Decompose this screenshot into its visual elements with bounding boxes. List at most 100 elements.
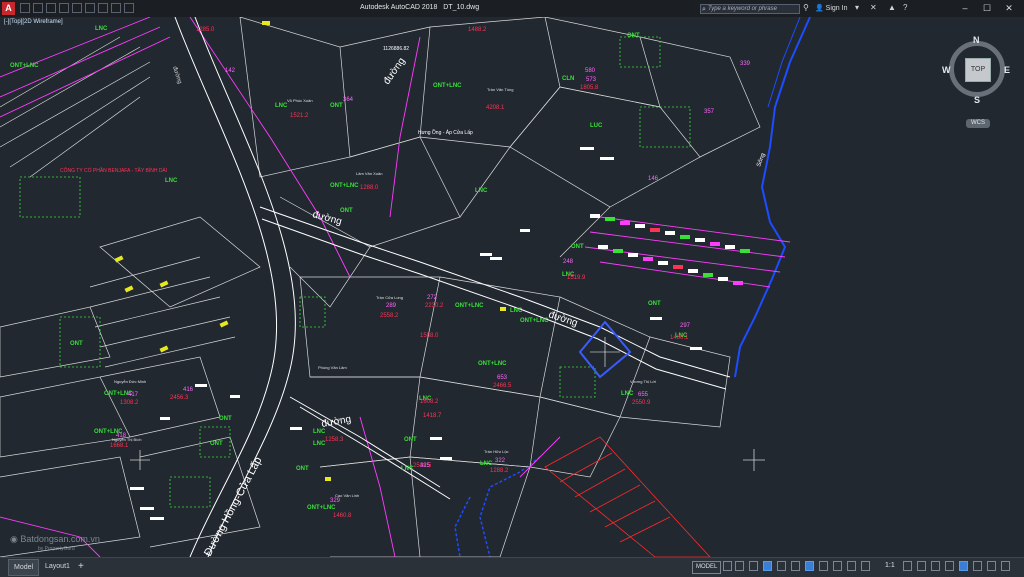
quick-access-dropdown-icon[interactable] [124, 3, 134, 13]
status-toggles: 1:1 [723, 561, 1019, 573]
drawing-canvas[interactable]: đường đường đường đường Đường Hồng-Cửa L… [0, 17, 1024, 557]
svg-text:417: 417 [128, 392, 139, 398]
selection-cycling-icon[interactable] [847, 561, 856, 571]
osnap-tracking-icon[interactable] [791, 561, 800, 571]
svg-text:LNC: LNC [313, 429, 326, 435]
dropdown-arrow-icon[interactable]: ▾ [855, 3, 859, 12]
annotation-autoscale-icon[interactable] [903, 561, 912, 571]
svg-text:LNC: LNC [275, 103, 288, 109]
svg-text:1418.7: 1418.7 [423, 413, 442, 419]
sign-in-button[interactable]: 👤 Sign In [815, 4, 847, 12]
watermark-subtext: by PropertyGuru [38, 546, 75, 552]
model-space-button[interactable]: MODEL [692, 561, 722, 574]
new-file-icon[interactable] [20, 3, 30, 13]
svg-text:Nguyễn Đức Minh: Nguyễn Đức Minh [114, 379, 146, 384]
viewport-controls[interactable]: [-][Top][2D Wireframe] [4, 19, 63, 25]
svg-text:1308.2: 1308.2 [120, 400, 139, 406]
viewcube-top-face[interactable]: TOP [965, 58, 991, 82]
svg-text:ONT: ONT [219, 416, 232, 422]
gear-icon[interactable] [917, 561, 926, 571]
transparency-icon[interactable] [833, 561, 842, 571]
search-input[interactable]: ⌕ Type a keyword or phrase [700, 4, 800, 14]
svg-text:Vương Thị Lời: Vương Thị Lời [630, 379, 656, 384]
svg-text:339: 339 [740, 61, 751, 67]
saveas-icon[interactable] [59, 3, 69, 13]
road-name: Đường Hồng-Cửa Lấp [202, 455, 265, 557]
parcel-boundaries [0, 17, 761, 557]
svg-text:329: 329 [330, 498, 341, 504]
coordinate-label: 1126886.82 [383, 46, 409, 52]
svg-text:LNC: LNC [621, 391, 634, 397]
svg-text:4208.1: 4208.1 [486, 105, 505, 111]
svg-text:ONT+LNC: ONT+LNC [455, 303, 484, 309]
sign-in-label: Sign In [825, 5, 848, 12]
ortho-icon[interactable] [749, 561, 758, 571]
viewcube[interactable]: TOP N S E W [942, 35, 1011, 107]
isolate-objects-icon[interactable] [987, 561, 996, 571]
isodraft-icon[interactable] [777, 561, 786, 571]
redo-icon[interactable] [98, 3, 108, 13]
svg-text:325: 325 [420, 463, 431, 469]
compass-east[interactable]: E [1004, 65, 1010, 75]
svg-text:ONT+LNC: ONT+LNC [433, 83, 462, 89]
add-layout-icon[interactable]: + [78, 559, 84, 574]
svg-text:ONT: ONT [330, 103, 343, 109]
svg-text:LNC: LNC [480, 461, 493, 467]
customize-icon[interactable] [1001, 561, 1010, 571]
tab-model[interactable]: Model [8, 559, 40, 576]
grid-icon[interactable] [723, 561, 732, 571]
svg-text:1519.9: 1519.9 [567, 275, 586, 281]
close-button[interactable]: ✕ [999, 2, 1019, 14]
compass-south[interactable]: S [974, 95, 980, 105]
wcs-menu[interactable]: WCS [966, 119, 990, 128]
polar-icon[interactable] [763, 561, 772, 571]
window-title: Autodesk AutoCAD 2018 DT_10.dwg [360, 4, 479, 11]
compass-north[interactable]: N [973, 35, 980, 45]
share-icon[interactable] [111, 3, 121, 13]
annotation-scale[interactable]: 1:1 [885, 562, 895, 569]
open-file-icon[interactable] [33, 3, 43, 13]
svg-text:Nguyễn Thị Bích: Nguyễn Thị Bích [112, 437, 142, 442]
annotation-visibility-icon[interactable] [861, 561, 870, 571]
svg-text:1258.3: 1258.3 [325, 437, 344, 443]
a360-icon[interactable]: ▲ [888, 3, 896, 12]
autocad-logo-button[interactable]: A [2, 2, 15, 15]
svg-text:ONT+LNC: ONT+LNC [330, 183, 359, 189]
help-icon[interactable]: ? [903, 3, 907, 12]
svg-text:655: 655 [638, 392, 649, 398]
svg-text:1608.2: 1608.2 [420, 399, 439, 405]
svg-text:Trần Văn Tùng: Trần Văn Tùng [487, 87, 513, 92]
undo-icon[interactable] [85, 3, 95, 13]
plot-icon[interactable] [72, 3, 82, 13]
minimize-button[interactable]: – [955, 2, 975, 14]
svg-text:LNC: LNC [475, 188, 488, 194]
svg-text:ONT: ONT [296, 466, 309, 472]
binoculars-icon[interactable]: ⚲ [803, 3, 809, 12]
app-name: Autodesk AutoCAD 2018 [360, 4, 438, 11]
save-icon[interactable] [46, 3, 56, 13]
place-label: Hưng Ồng - Áp Cửa Lấp [418, 129, 473, 136]
lineweight-icon[interactable] [819, 561, 828, 571]
tab-layout1[interactable]: Layout1 [40, 559, 75, 574]
svg-text:142: 142 [225, 68, 236, 74]
exchange-apps-icon[interactable]: ✕ [870, 3, 877, 12]
plus-icon[interactable] [931, 561, 940, 571]
compass-west[interactable]: W [942, 65, 951, 75]
owner-names: Trần Cửa Long Phùng Văn Lâm Nguyễn Thị B… [112, 87, 656, 498]
svg-text:ONT: ONT [571, 244, 584, 250]
road-label: đường [381, 56, 407, 87]
svg-text:2456.3: 2456.3 [170, 395, 189, 401]
snap-icon[interactable] [735, 561, 744, 571]
workspace-icon[interactable] [945, 561, 954, 571]
osnap-icon[interactable] [805, 561, 814, 571]
svg-text:CLN: CLN [562, 76, 574, 82]
svg-text:ONT: ONT [627, 33, 640, 39]
road-label-vertical: đường [171, 66, 182, 85]
maximize-button[interactable]: ☐ [977, 2, 997, 14]
svg-text:Võ Phúc Xuân: Võ Phúc Xuân [287, 98, 313, 103]
svg-text:ONT+LNC: ONT+LNC [307, 505, 336, 511]
annotation-monitor-icon[interactable] [959, 561, 968, 571]
svg-text:Phùng Văn Lâm: Phùng Văn Lâm [318, 365, 347, 370]
units-icon[interactable] [973, 561, 982, 571]
svg-text:ONT+LNC: ONT+LNC [478, 361, 507, 367]
